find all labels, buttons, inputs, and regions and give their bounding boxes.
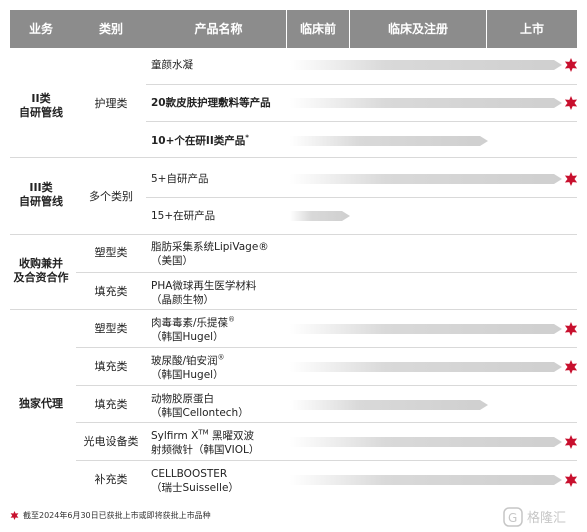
product-row: CELLBOOSTER （瑞士Suisselle） xyxy=(151,467,239,495)
product-row: 10+个在研II类产品* xyxy=(151,134,249,148)
progress-bar xyxy=(290,324,562,334)
product-origin: （韩国Hugel） xyxy=(151,369,224,381)
group-label-exclusive-agency-text: 独家代理 xyxy=(19,397,63,410)
product-origin: （韩国Cellontech） xyxy=(151,407,249,419)
row-divider xyxy=(146,460,577,461)
watermark-logo: G 格隆汇 xyxy=(503,506,583,528)
star-icon xyxy=(564,96,578,110)
product-row: 动物胶原蛋白 （韩国Cellontech） xyxy=(151,392,249,420)
product-name: 童颜水凝 xyxy=(151,59,193,71)
row-divider xyxy=(146,347,577,348)
svg-text:G: G xyxy=(508,511,517,525)
group-label-exclusive-agency: 独家代理 xyxy=(10,397,72,411)
product-name: 动物胶原蛋白 xyxy=(151,393,214,405)
product-name: 15+在研产品 xyxy=(151,210,216,222)
group-divider xyxy=(10,234,577,235)
group-label-class-iii-text: III类 自研管线 xyxy=(19,181,63,208)
header-category: 类别 xyxy=(98,22,123,36)
product-row: 肉毒毒素/乐提葆® （韩国Hugel） xyxy=(151,316,235,344)
product-row: Sylfirm XTM 黑曜双波射频微针（韩国VIOL） xyxy=(151,429,259,457)
footnote: 截至2024年6月30日已获批上市或即将获批上市品种 xyxy=(10,510,211,521)
progress-bar xyxy=(290,98,562,108)
product-row: PHA微球再生医学材料 （晶颜生物） xyxy=(151,279,256,307)
category-care: 护理类 xyxy=(94,97,128,110)
table-header: 业务 类别 产品名称 临床前 临床及注册 上市 xyxy=(10,10,577,48)
group-label-class-ii: II类 自研管线 xyxy=(10,92,72,120)
category-supplement: 补充类 xyxy=(94,473,128,486)
star-icon xyxy=(564,172,578,186)
row-divider xyxy=(146,121,577,122)
category-divider xyxy=(76,422,146,423)
product-trademark: ® xyxy=(228,315,236,324)
product-origin: （韩国Hugel） xyxy=(151,331,224,343)
row-divider xyxy=(146,385,577,386)
progress-bar xyxy=(290,475,562,485)
product-name: PHA微球再生医学材料 xyxy=(151,280,257,292)
category-filling-collagen: 填充类 xyxy=(94,398,128,411)
product-name-suffix: 黑曜双波 xyxy=(208,430,254,442)
header-clinical-registration: 临床及注册 xyxy=(387,22,448,36)
product-row: 童颜水凝 xyxy=(151,58,193,72)
progress-bar xyxy=(290,400,488,410)
header-launched: 上市 xyxy=(519,22,544,36)
progress-bar xyxy=(290,136,488,146)
row-divider xyxy=(146,197,577,198)
progress-bar xyxy=(290,362,562,372)
group-label-acquisition-text: 收购兼并 及合资合作 xyxy=(13,257,69,284)
star-icon xyxy=(564,58,578,72)
header-product-name: 产品名称 xyxy=(194,22,243,36)
group-label-class-ii-text: II类 自研管线 xyxy=(19,92,63,119)
row-divider xyxy=(146,422,577,423)
category-divider xyxy=(76,272,146,273)
product-row: 玻尿酸/铂安润® （韩国Hugel） xyxy=(151,354,225,382)
category-multiple: 多个类别 xyxy=(89,190,133,203)
product-origin: 射频微针（韩国VIOL） xyxy=(151,444,260,456)
progress-bar xyxy=(290,174,562,184)
product-origin: （晶颜生物） xyxy=(151,294,214,306)
product-origin: （瑞士Suisselle） xyxy=(151,482,239,494)
product-row: 脂肪采集系统LipiVage® （美国） xyxy=(151,240,269,268)
product-name: 脂肪采集系统LipiVage® xyxy=(151,241,269,253)
category-shaping: 塑型类 xyxy=(94,246,128,259)
row-divider xyxy=(146,272,577,273)
product-trademark: ® xyxy=(217,353,225,362)
category-divider xyxy=(76,347,146,348)
product-footnote-mark: * xyxy=(245,133,249,142)
group-label-class-iii: III类 自研管线 xyxy=(10,181,72,209)
category-divider xyxy=(76,460,146,461)
footnote-text: 截至2024年6月30日已获批上市或即将获批上市品种 xyxy=(23,511,211,520)
progress-bar xyxy=(290,211,350,221)
product-name: 5+自研产品 xyxy=(151,173,209,185)
star-icon xyxy=(564,435,578,449)
row-divider xyxy=(146,84,577,85)
group-divider xyxy=(10,157,577,158)
star-icon xyxy=(564,360,578,374)
progress-bar xyxy=(290,437,562,447)
group-divider xyxy=(10,309,577,310)
progress-bar xyxy=(290,60,562,70)
header-business: 业务 xyxy=(28,22,53,36)
product-row: 15+在研产品 xyxy=(151,209,215,223)
star-icon xyxy=(564,473,578,487)
category-filling: 填充类 xyxy=(94,285,128,298)
category-shaping-agency: 塑型类 xyxy=(94,322,128,335)
product-name: CELLBOOSTER xyxy=(151,468,228,480)
category-filling-agency: 填充类 xyxy=(94,360,128,373)
product-row: 5+自研产品 xyxy=(151,172,208,186)
product-trademark: TM xyxy=(198,428,209,437)
watermark-text: 格隆汇 xyxy=(527,510,566,526)
product-name: 玻尿酸/铂安润 xyxy=(151,355,218,367)
group-label-acquisition: 收购兼并 及合资合作 xyxy=(10,257,72,285)
product-name: 10+个在研II类产品 xyxy=(151,135,246,147)
product-row: 20款皮肤护理敷料等产品 xyxy=(151,96,271,110)
product-origin: （美国） xyxy=(151,255,193,267)
product-name: Sylfirm X xyxy=(151,430,199,442)
product-name: 肉毒毒素/乐提葆 xyxy=(151,317,229,329)
category-device: 光电设备类 xyxy=(83,435,139,448)
header-preclinical: 临床前 xyxy=(299,22,336,36)
star-icon xyxy=(564,322,578,336)
star-icon xyxy=(10,511,19,520)
product-name: 20款皮肤护理敷料等产品 xyxy=(151,97,271,109)
category-divider xyxy=(76,385,146,386)
